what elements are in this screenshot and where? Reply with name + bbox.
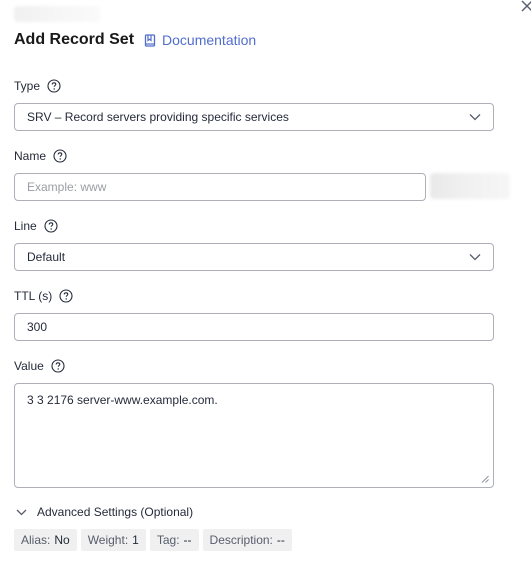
value-textarea-content: 3 3 2176 server-www.example.com. xyxy=(27,393,218,407)
name-label-text: Name xyxy=(14,149,47,163)
ttl-input[interactable]: 300 xyxy=(14,313,494,341)
name-input-placeholder: Example: www xyxy=(27,180,107,194)
advanced-summary: Alias: No Weight: 1 Tag: -- Description:… xyxy=(14,529,292,551)
line-label: Line xyxy=(14,219,58,233)
value-label: Value xyxy=(14,359,65,373)
help-circle-icon[interactable] xyxy=(53,149,67,163)
ttl-label-text: TTL (s) xyxy=(14,289,53,303)
description-tag: Description: -- xyxy=(202,529,292,551)
ttl-label: TTL (s) xyxy=(14,289,73,303)
tag-key: Tag: xyxy=(156,533,180,547)
value-label-text: Value xyxy=(14,359,44,373)
alias-tag: Alias: No xyxy=(14,529,77,551)
help-circle-icon[interactable] xyxy=(44,219,58,233)
type-label-text: Type xyxy=(14,79,41,93)
type-label: Type xyxy=(14,79,61,93)
book-icon xyxy=(144,33,156,47)
alias-key: Alias: xyxy=(21,533,51,547)
dialog-title: Add Record Set xyxy=(14,31,135,48)
blurred-domain-suffix xyxy=(430,173,510,199)
value-textarea[interactable]: 3 3 2176 server-www.example.com. xyxy=(14,383,494,488)
advanced-settings-toggle[interactable]: Advanced Settings (Optional) xyxy=(16,505,193,519)
name-label: Name xyxy=(14,149,67,163)
advanced-settings-label: Advanced Settings (Optional) xyxy=(37,505,194,519)
help-circle-icon[interactable] xyxy=(59,289,73,303)
documentation-label: Documentation xyxy=(162,32,257,48)
description-key: Description: xyxy=(209,533,273,547)
description-value: -- xyxy=(276,533,285,547)
weight-tag: Weight: 1 xyxy=(80,529,146,551)
resize-handle-icon[interactable] xyxy=(481,475,489,483)
documentation-link[interactable]: Documentation xyxy=(144,32,256,48)
type-select-value: SRV – Record servers providing specific … xyxy=(27,110,289,124)
weight-key: Weight: xyxy=(87,533,129,547)
weight-value: 1 xyxy=(132,533,139,547)
tag-value: -- xyxy=(183,533,192,547)
name-input[interactable]: Example: www xyxy=(14,173,426,201)
help-circle-icon[interactable] xyxy=(47,79,61,93)
line-label-text: Line xyxy=(14,219,37,233)
ttl-input-value: 300 xyxy=(27,320,48,334)
blurred-breadcrumb xyxy=(14,6,100,22)
line-select[interactable]: Default xyxy=(14,243,494,271)
type-select[interactable]: SRV – Record servers providing specific … xyxy=(14,103,494,131)
tag-tag: Tag: -- xyxy=(149,529,199,551)
chevron-down-icon xyxy=(16,509,27,515)
help-circle-icon[interactable] xyxy=(51,359,65,373)
close-icon[interactable] xyxy=(519,0,531,14)
chevron-down-icon xyxy=(469,254,481,261)
alias-value: No xyxy=(54,533,70,547)
chevron-down-icon xyxy=(469,114,481,121)
line-select-value: Default xyxy=(27,250,66,264)
dialog-header: Add Record Set Documentation xyxy=(14,31,256,49)
